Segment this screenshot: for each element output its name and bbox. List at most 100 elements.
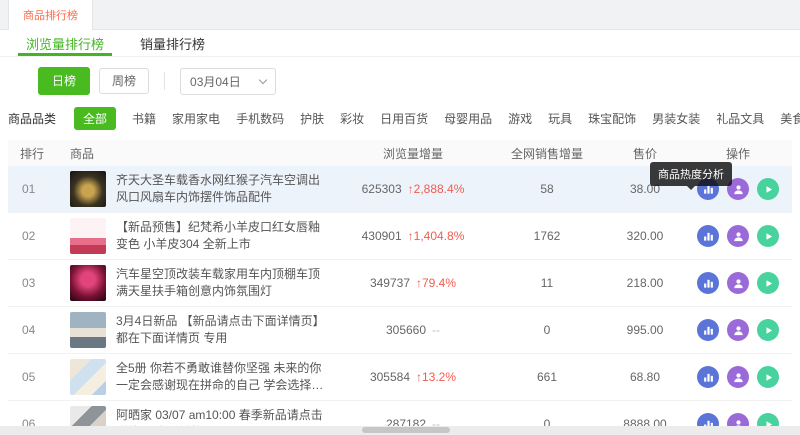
category-item-gifts-stationery[interactable]: 礼品文具 bbox=[716, 110, 764, 127]
category-item-food-drinks[interactable]: 美食饮品 bbox=[780, 110, 800, 127]
views-value: 430901 bbox=[361, 229, 402, 243]
heat-analysis-button[interactable] bbox=[697, 225, 719, 247]
ranking-table: 排行 商品 浏览量增量 全网销售增量 售价 操作 01 齐天大圣车载香水网红猴子… bbox=[0, 140, 800, 435]
views-pct-change: ↑1,404.8% bbox=[407, 229, 465, 243]
heat-analysis-button[interactable] bbox=[697, 366, 719, 388]
product-title[interactable]: 齐天大圣车载香水网红猴子汽车空调出风口风扇车内饰摆件饰品配件 bbox=[116, 172, 338, 207]
play-icon bbox=[765, 326, 772, 334]
influencer-analysis-button[interactable] bbox=[727, 319, 749, 341]
category-item-all[interactable]: 全部 bbox=[74, 107, 117, 130]
person-icon bbox=[733, 184, 743, 194]
table-row[interactable]: 03 汽车星空顶改装车载家用车内顶棚车顶满天星扶手箱创意内饰氛围灯 349737… bbox=[8, 260, 792, 307]
horizontal-scrollbar bbox=[0, 426, 800, 435]
horizontal-scrollbar-thumb[interactable] bbox=[362, 427, 450, 433]
person-icon bbox=[733, 278, 743, 288]
chart-icon bbox=[703, 326, 713, 335]
video-button[interactable] bbox=[757, 178, 779, 200]
person-icon bbox=[733, 372, 743, 382]
product-title[interactable]: 全5册 你若不勇敢谁替你坚强 未来的你一定会感谢现在拼命的自己 学会选择懂得放弃… bbox=[116, 360, 338, 395]
weekly-toggle-button[interactable]: 周榜 bbox=[99, 68, 150, 94]
category-item-skincare[interactable]: 护肤 bbox=[300, 110, 324, 127]
category-item-books[interactable]: 书籍 bbox=[132, 110, 156, 127]
date-select[interactable]: 03月04日 bbox=[180, 67, 277, 95]
category-label: 商品品类 bbox=[8, 112, 57, 126]
top-tab-bar: 商品排行榜 bbox=[0, 0, 800, 30]
price-value: 320.00 bbox=[626, 229, 664, 243]
video-button[interactable] bbox=[757, 225, 779, 247]
header-actions: 操作 bbox=[725, 146, 750, 161]
video-button[interactable] bbox=[757, 272, 779, 294]
influencer-analysis-button[interactable] bbox=[727, 272, 749, 294]
play-icon bbox=[765, 279, 772, 287]
video-button[interactable] bbox=[757, 366, 779, 388]
influencer-analysis-button[interactable] bbox=[727, 366, 749, 388]
rank-cell: 05 bbox=[22, 370, 36, 384]
views-pct-change: ↑79.4% bbox=[416, 276, 457, 290]
product-title[interactable]: 汽车星空顶改装车载家用车内顶棚车顶满天星扶手箱创意内饰氛围灯 bbox=[116, 266, 338, 301]
subtab-views-ranking[interactable]: 浏览量排行榜 bbox=[17, 30, 113, 56]
views-pct-change: ↑2,888.4% bbox=[407, 182, 465, 196]
category-item-appliances[interactable]: 家用家电 bbox=[172, 110, 220, 127]
header-rank: 排行 bbox=[20, 146, 45, 161]
chart-icon bbox=[703, 232, 713, 241]
chevron-down-icon bbox=[258, 75, 268, 84]
views-value: 305584 bbox=[369, 370, 410, 384]
header-price: 售价 bbox=[632, 146, 657, 161]
chart-icon bbox=[703, 279, 713, 288]
sales-value: 0 bbox=[543, 323, 551, 337]
subtab-sales-ranking[interactable]: 销量排行榜 bbox=[140, 30, 205, 56]
table-row[interactable]: 02 【新品预售】纪梵希小羊皮口红女唇釉 变色 小羊皮304 全新上市 4309… bbox=[8, 213, 792, 260]
daily-toggle-button[interactable]: 日榜 bbox=[38, 67, 91, 95]
product-thumbnail[interactable] bbox=[70, 359, 106, 395]
main-panel: 浏览量排行榜 销量排行榜 日榜 周榜 03月04日 商品品类 全部 书籍 家用家… bbox=[0, 30, 800, 435]
table-row[interactable]: 01 齐天大圣车载香水网红猴子汽车空调出风口风扇车内饰摆件饰品配件 625303… bbox=[8, 162, 792, 213]
table-row[interactable]: 04 3月4日新品 【新品请点击下面详情页】都在下面详情页 专用 305660-… bbox=[8, 307, 792, 354]
product-title[interactable]: 3月4日新品 【新品请点击下面详情页】都在下面详情页 专用 bbox=[116, 313, 338, 348]
price-value: 68.80 bbox=[629, 370, 661, 384]
divider bbox=[164, 72, 166, 90]
category-item-makeup[interactable]: 彩妆 bbox=[340, 110, 364, 127]
views-pct-change: ↑13.2% bbox=[416, 370, 457, 384]
rank-cell: 03 bbox=[22, 276, 36, 290]
product-thumbnail[interactable] bbox=[70, 265, 106, 301]
video-button[interactable] bbox=[757, 319, 779, 341]
category-item-games[interactable]: 游戏 bbox=[508, 110, 532, 127]
header-views-increase: 浏览量增量 bbox=[382, 146, 443, 161]
play-icon bbox=[765, 232, 772, 240]
table-row[interactable]: 05 全5册 你若不勇敢谁替你坚强 未来的你一定会感谢现在拼命的自己 学会选择懂… bbox=[8, 354, 792, 401]
sales-value: 58 bbox=[540, 182, 554, 196]
rank-cell: 01 bbox=[22, 182, 36, 196]
heat-analysis-button[interactable] bbox=[697, 319, 719, 341]
category-item-daily-goods[interactable]: 日用百货 bbox=[380, 110, 428, 127]
heat-analysis-tooltip: 商品热度分析 bbox=[650, 162, 732, 190]
sales-value: 11 bbox=[540, 276, 554, 290]
category-filter-row: 商品品类 全部 书籍 家用家电 手机数码 护肤 彩妆 日用百货 母婴用品 游戏 … bbox=[0, 104, 800, 140]
views-pct-change: -- bbox=[432, 323, 441, 337]
product-thumbnail[interactable] bbox=[70, 171, 106, 207]
header-product: 商品 bbox=[70, 146, 95, 161]
price-value: 218.00 bbox=[626, 276, 664, 290]
product-title[interactable]: 【新品预售】纪梵希小羊皮口红女唇釉 变色 小羊皮304 全新上市 bbox=[116, 219, 338, 254]
tab-product-ranking[interactable]: 商品排行榜 bbox=[8, 0, 93, 30]
views-value: 349737 bbox=[369, 276, 410, 290]
heat-analysis-button[interactable] bbox=[697, 272, 719, 294]
filter-controls: 日榜 周榜 03月04日 bbox=[0, 57, 800, 104]
subtab-bar: 浏览量排行榜 销量排行榜 bbox=[0, 30, 800, 57]
header-sales-increase: 全网销售增量 bbox=[510, 146, 583, 161]
product-thumbnail[interactable] bbox=[70, 312, 106, 348]
category-item-clothing[interactable]: 男装女装 bbox=[652, 110, 700, 127]
play-icon bbox=[765, 373, 772, 381]
influencer-analysis-button[interactable] bbox=[727, 225, 749, 247]
product-thumbnail[interactable] bbox=[70, 218, 106, 254]
category-item-toys[interactable]: 玩具 bbox=[548, 110, 572, 127]
sales-value: 1762 bbox=[533, 229, 561, 243]
date-select-value: 03月04日 bbox=[190, 74, 241, 89]
person-icon bbox=[733, 231, 743, 241]
chart-icon bbox=[703, 373, 713, 382]
category-item-mother-baby[interactable]: 母婴用品 bbox=[444, 110, 492, 127]
category-item-jewelry[interactable]: 珠宝配饰 bbox=[588, 110, 636, 127]
price-value: 995.00 bbox=[626, 323, 664, 337]
views-value: 625303 bbox=[361, 182, 402, 196]
category-item-digital[interactable]: 手机数码 bbox=[236, 110, 284, 127]
rank-cell: 02 bbox=[22, 229, 36, 243]
